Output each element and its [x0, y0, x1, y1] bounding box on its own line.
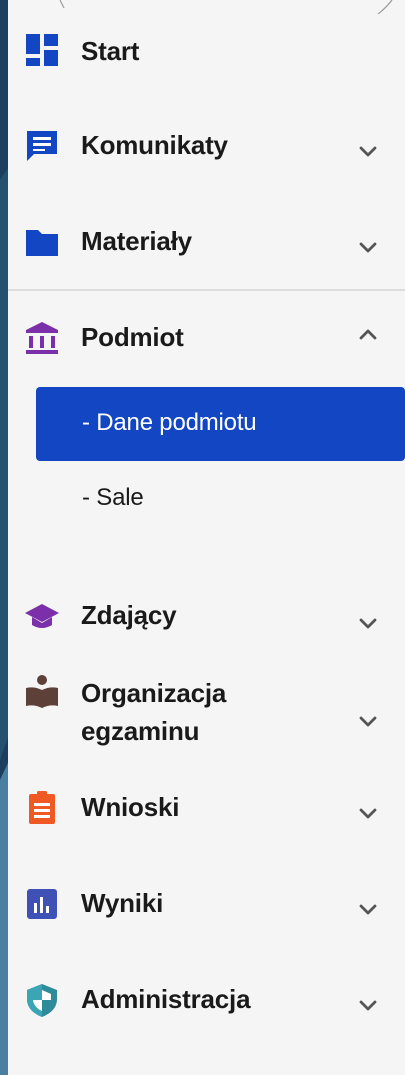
sidebar-item-label-line1: Organizacja [81, 678, 227, 708]
chevron-down-icon[interactable] [354, 708, 382, 736]
folder-icon [24, 224, 60, 260]
divider [8, 289, 405, 291]
chevron-down-icon[interactable] [354, 800, 382, 828]
sidebar-item-wnioski[interactable]: Wnioski [8, 778, 405, 838]
sidebar-item-zdajacy[interactable]: Zdający [8, 586, 405, 646]
subitem-dane-podmiotu[interactable]: - Dane podmiotu [36, 387, 405, 461]
chevron-down-icon[interactable] [354, 992, 382, 1020]
chevron-down-icon[interactable] [354, 138, 382, 166]
chevron-down-icon[interactable] [354, 896, 382, 924]
subitem-label: - Dane podmiotu [82, 409, 257, 436]
sidebar-item-label: Start [81, 36, 140, 66]
sidebar-item-organizacja-egzaminu[interactable]: Organizacja egzaminu [8, 666, 405, 756]
sidebar-item-materialy[interactable]: Materiały [8, 212, 405, 272]
sidebar-item-label: Zdający [81, 600, 177, 630]
reading-icon [24, 674, 60, 710]
chevron-down-icon[interactable] [354, 234, 382, 262]
dashboard-icon [24, 32, 60, 68]
chevron-up-icon[interactable] [354, 320, 382, 348]
subitem-label: - Sale [82, 484, 144, 511]
sidebar-nav: Start Komunikaty Materiały Podmiot - Dan… [8, 0, 405, 1075]
sidebar-item-label: Komunikaty [81, 130, 228, 160]
clipboard-icon [24, 790, 60, 826]
sidebar-item-label: Wyniki [81, 888, 164, 918]
institution-icon [24, 320, 60, 356]
sidebar-item-start[interactable]: Start [8, 20, 405, 80]
subitem-sale[interactable]: - Sale [8, 474, 405, 530]
sidebar-item-administracja[interactable]: Administracja [8, 970, 405, 1030]
chevron-down-icon[interactable] [354, 610, 382, 638]
top-edge-decoration [59, 0, 393, 14]
message-icon [24, 128, 60, 164]
bar-chart-icon [24, 886, 60, 922]
sidebar-item-wyniki[interactable]: Wyniki [8, 874, 405, 934]
graduation-cap-icon [24, 598, 60, 634]
sidebar-item-label: Wnioski [81, 792, 180, 822]
sidebar-item-label-line2: egzaminu [81, 716, 200, 746]
sidebar-item-label: Podmiot [81, 322, 184, 352]
sidebar-item-label: Materiały [81, 226, 192, 256]
sidebar-item-podmiot[interactable]: Podmiot [8, 308, 405, 368]
shield-icon [24, 982, 60, 1018]
sidebar-item-komunikaty[interactable]: Komunikaty [8, 116, 405, 176]
sidebar-item-label: Administracja [81, 984, 251, 1014]
